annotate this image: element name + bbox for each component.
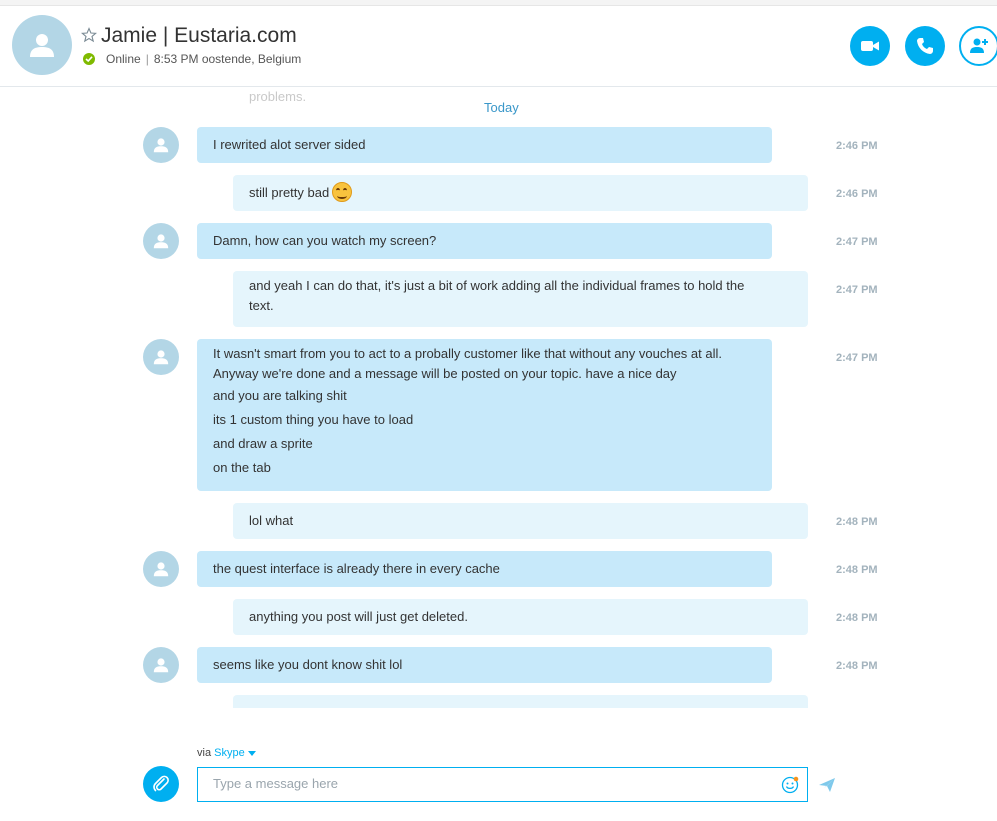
message-text: Damn, how can you watch my screen? xyxy=(213,233,437,248)
message-text-line: Anyway we're done and a message will be … xyxy=(213,366,677,381)
message-input[interactable] xyxy=(213,776,763,791)
contact-avatar-small[interactable] xyxy=(143,223,179,259)
grin-emoji-icon xyxy=(332,182,353,202)
add-contact-icon xyxy=(970,38,988,53)
person-icon xyxy=(153,138,169,153)
favorite-star-icon[interactable] xyxy=(81,27,97,43)
message-bubble-outgoing-partial[interactable] xyxy=(233,695,808,708)
previous-message-fragment: problems. xyxy=(249,89,307,104)
message-bubble-incoming[interactable]: the quest interface is already there in … xyxy=(197,551,772,587)
message-timestamp: 2:48 PM xyxy=(836,564,878,576)
contact-avatar-small[interactable] xyxy=(143,647,179,683)
contact-avatar-small[interactable] xyxy=(143,339,179,375)
contact-status-line: Online | 8:53 PM oostende, Belgium xyxy=(106,52,301,66)
message-bubble-incoming[interactable]: Damn, how can you watch my screen? xyxy=(197,223,772,259)
message-text: the quest interface is already there in … xyxy=(213,561,500,576)
call-icon xyxy=(917,38,933,54)
message-bubble-outgoing[interactable]: and yeah I can do that, it's just a bit … xyxy=(233,271,808,327)
message-timestamp: 2:47 PM xyxy=(836,284,878,296)
person-icon xyxy=(153,350,169,365)
message-bubble-incoming[interactable]: It wasn't smart from you to act to a pro… xyxy=(197,339,772,491)
message-text: still pretty bad xyxy=(249,185,330,200)
message-bubble-incoming[interactable]: I rewrited alot server sided xyxy=(197,127,772,163)
message-text: I rewrited alot server sided xyxy=(213,137,366,152)
paperclip-icon xyxy=(153,775,169,792)
message-timestamp: 2:46 PM xyxy=(836,188,878,200)
message-text-line: on the tab xyxy=(213,460,271,475)
date-divider: Today xyxy=(484,100,519,115)
contact-avatar-small[interactable] xyxy=(143,551,179,587)
contact-avatar-small[interactable] xyxy=(143,127,179,163)
video-call-icon xyxy=(861,41,879,51)
local-time: 8:53 PM oostende, Belgium xyxy=(153,52,302,66)
conversation-header: Jamie | Eustaria.com Online | 8:53 PM oost… xyxy=(0,6,997,87)
person-icon xyxy=(153,562,169,577)
via-label: via xyxy=(197,747,212,759)
person-icon xyxy=(30,34,54,57)
message-text: anything you post will just get deleted. xyxy=(249,609,468,624)
message-bubble-outgoing[interactable]: lol what xyxy=(233,503,808,539)
message-timestamp: 2:48 PM xyxy=(836,516,878,528)
message-composer[interactable] xyxy=(197,767,808,802)
video-call-button[interactable] xyxy=(850,26,890,66)
message-text-line: It wasn't smart from you to act to a pro… xyxy=(213,346,722,361)
message-bubble-outgoing[interactable]: anything you post will just get deleted. xyxy=(233,599,808,635)
message-timestamp: 2:47 PM xyxy=(836,352,878,364)
message-text-line: text. xyxy=(249,298,274,313)
send-message-icon[interactable] xyxy=(818,776,836,794)
message-text: seems like you dont know shit lol xyxy=(213,657,403,672)
message-text-line: and draw a sprite xyxy=(213,436,313,451)
message-timestamp: 2:48 PM xyxy=(836,660,878,672)
message-text-line: and you are talking shit xyxy=(213,388,347,403)
message-bubble-outgoing[interactable]: still pretty bad xyxy=(233,175,808,211)
message-text: lol what xyxy=(249,513,294,528)
message-text-line: and yeah I can do that, it's just a bit … xyxy=(249,278,745,293)
emoticon-picker-icon[interactable] xyxy=(781,776,799,794)
message-history[interactable]: problems. Today I rewrited alot server s… xyxy=(0,87,997,708)
status-text: Online xyxy=(106,52,141,66)
person-icon xyxy=(153,658,169,673)
contact-avatar[interactable] xyxy=(12,15,72,75)
message-text-line: its 1 custom thing you have to load xyxy=(213,412,414,427)
message-bubble-incoming[interactable]: seems like you dont know shit lol xyxy=(197,647,772,683)
message-timestamp: 2:46 PM xyxy=(836,140,878,152)
via-service-link[interactable]: Skype xyxy=(214,747,245,759)
via-service-selector[interactable]: via Skype xyxy=(197,747,256,759)
online-status-icon xyxy=(83,53,95,65)
message-timestamp: 2:48 PM xyxy=(836,612,878,624)
person-icon xyxy=(153,234,169,249)
audio-call-button[interactable] xyxy=(905,26,945,66)
attach-file-button[interactable] xyxy=(143,766,179,802)
chevron-down-icon[interactable] xyxy=(247,750,256,756)
status-separator: | xyxy=(145,52,149,66)
message-timestamp: 2:47 PM xyxy=(836,236,878,248)
contact-name[interactable]: Jamie | Eustaria.com xyxy=(101,24,297,48)
add-contact-button[interactable] xyxy=(959,26,997,66)
